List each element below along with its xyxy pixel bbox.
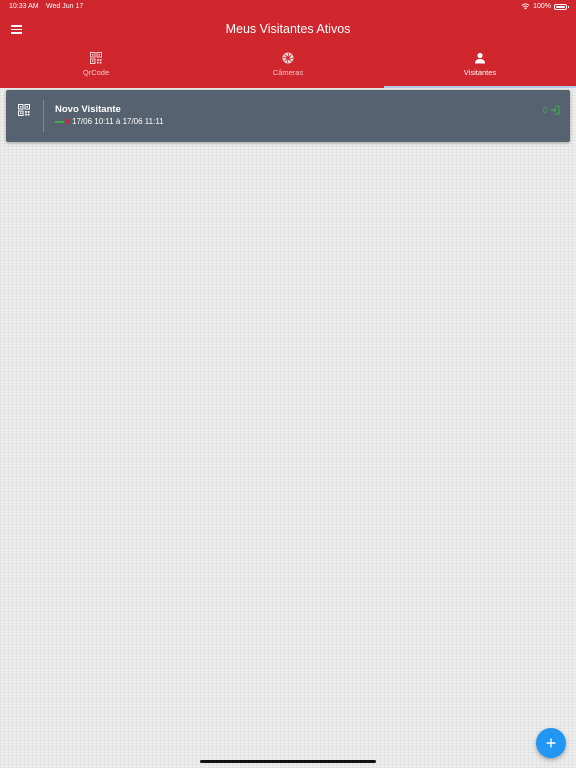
tab-label: Câmeras [272, 68, 304, 77]
visitor-card[interactable]: Novo Visitante 17/06 10:11 à 17/06 11:11… [6, 90, 570, 142]
home-indicator[interactable] [200, 760, 376, 763]
content-background [0, 88, 576, 768]
tab-visitantes[interactable]: Visitantes [384, 46, 576, 88]
status-red-indicator [66, 119, 69, 124]
wifi-icon [521, 3, 530, 10]
card-divider [43, 100, 44, 132]
enter-icon [550, 105, 560, 115]
battery-percent: 100% [533, 3, 551, 10]
add-visitor-button[interactable] [536, 728, 566, 758]
status-green-indicator [55, 120, 64, 123]
status-date: Wed Jun 17 [46, 3, 84, 10]
page-title: Meus Visitantes Ativos [225, 22, 351, 36]
visitor-name: Novo Visitante [55, 104, 121, 115]
status-indicators: 100% [521, 3, 569, 10]
entry-count: 0 [542, 105, 547, 115]
camera-shutter-icon [282, 52, 294, 64]
tab-qrcode[interactable]: QrCode [0, 46, 192, 88]
battery-icon [554, 3, 569, 10]
status-bar: 10:33 AM Wed Jun 17 100% [0, 0, 576, 14]
tab-cameras[interactable]: Câmeras [192, 46, 384, 88]
tab-bar: QrCode Câmeras Visitantes [0, 46, 576, 88]
tab-label: Visitantes [463, 68, 497, 77]
qrcode-icon [18, 104, 30, 116]
app-header: 10:33 AM Wed Jun 17 100% Meus Visitantes… [0, 0, 576, 88]
visitor-period-line: 17/06 10:11 à 17/06 11:11 [55, 117, 164, 126]
tab-label: QrCode [82, 68, 110, 77]
qrcode-icon [90, 52, 102, 64]
status-time: 10:33 AM [9, 3, 39, 10]
visitor-entry-counter[interactable]: 0 [543, 105, 560, 115]
visitor-period: 17/06 10:11 à 17/06 11:11 [72, 117, 164, 126]
plus-icon [546, 738, 556, 748]
person-icon [475, 52, 485, 64]
